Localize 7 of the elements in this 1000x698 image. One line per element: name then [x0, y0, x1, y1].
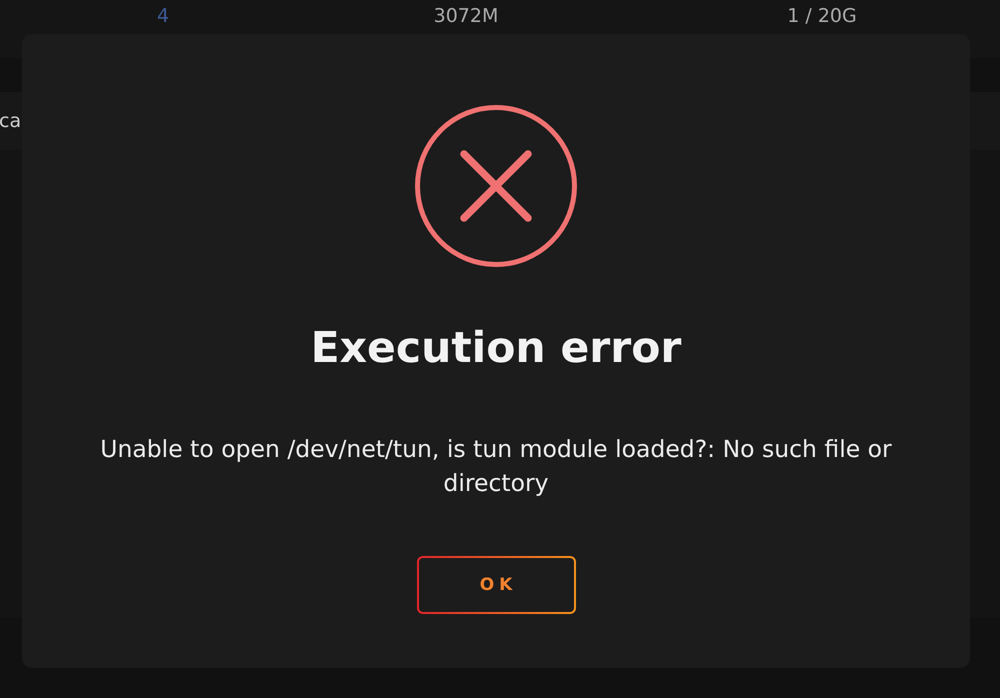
cut-off-text: ca — [0, 110, 22, 132]
error-message: Unable to open /dev/net/tun, is tun module loaded?: No such file or directory — [99, 434, 893, 499]
dialog-title: Execution error — [310, 323, 682, 375]
table-cell-text: 1 / 20G — [787, 4, 857, 29]
ok-button[interactable]: OK — [416, 556, 576, 614]
error-icon — [415, 105, 577, 267]
table-cell-text: 3072M — [434, 4, 498, 29]
